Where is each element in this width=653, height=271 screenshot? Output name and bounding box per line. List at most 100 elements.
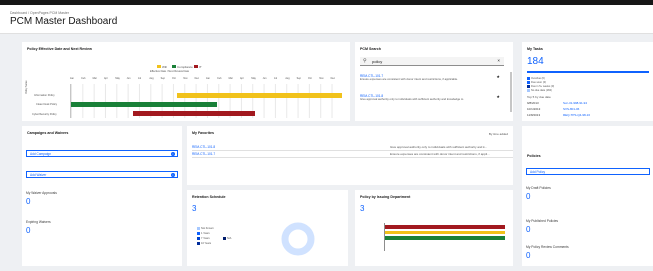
favorite-row[interactable]: REM-CTL-101.8 Give approval authority on…	[192, 145, 513, 151]
breadcrumb[interactable]: Dashboard / OpenPages PCM Master	[10, 11, 69, 15]
search-icon: ⚲	[363, 58, 367, 64]
month-tick-label: Oct	[172, 77, 176, 80]
month-tick-label: Feb	[217, 77, 222, 80]
task-row[interactable]: 10/1/2013 SVS-801-06	[527, 107, 642, 112]
draft-policies-label: My Draft Policies	[526, 186, 551, 190]
search-query: policy	[372, 59, 383, 64]
waiver-approvals-label: My Waiver Approvals	[26, 191, 57, 195]
dept-count[interactable]: 3	[360, 204, 364, 213]
policies-card: Policies Add Policy My Draft Policies 0 …	[522, 126, 653, 266]
campaigns-card: Campaigns and Waivers Add Campaign i Add…	[22, 126, 182, 266]
button-label: Add Campaign	[30, 151, 52, 156]
draft-policies-count[interactable]: 0	[526, 192, 530, 201]
bar-information-policy[interactable]	[177, 93, 342, 98]
month-tick-label: Mar	[92, 77, 97, 80]
result-description: Ensure expenses are consistent with dono…	[360, 77, 458, 81]
month-tick-label: Apr	[240, 77, 244, 80]
published-policies-label: My Published Policies	[526, 219, 559, 223]
card-title: Policies	[527, 154, 541, 158]
task-link[interactable]: SVS-801-06	[563, 107, 579, 111]
bar-hr[interactable]	[385, 225, 505, 229]
task-row[interactable]: 11/8/2013 REQ-TPS-Q4-98-16	[527, 113, 642, 118]
legend-swatch	[194, 65, 198, 68]
add-policy-button[interactable]: Add Policy	[526, 168, 650, 175]
row-label: Information Policy	[34, 94, 55, 97]
month-tick-label: Jul	[138, 77, 142, 80]
favorite-description: Give approval authority only to individu…	[390, 145, 488, 149]
retention-donut-chart[interactable]	[280, 221, 316, 257]
card-title: Policy Effective Date and Next Review	[27, 47, 92, 51]
card-title: Retention Schedule	[192, 195, 226, 199]
month-tick-label: Jul	[274, 77, 278, 80]
retention-count[interactable]: 3	[192, 204, 196, 213]
scrollbar[interactable]	[510, 72, 512, 112]
star-icon[interactable]: ★	[496, 74, 500, 79]
result-description: Give approval authority only to individu…	[360, 97, 464, 101]
month-tick-label: Mar	[228, 77, 233, 80]
month-tick-label: Nov	[183, 77, 188, 80]
legend-label: Not Known	[201, 226, 214, 230]
task-link[interactable]: Svc-31-998-91-94	[563, 101, 587, 105]
month-tick-label: Jun	[126, 77, 131, 80]
legend-label: No due date (184)	[531, 88, 552, 92]
legend-label: Overdue (0)	[531, 76, 545, 80]
task-date: 9/8/2013	[527, 101, 539, 105]
legend-label: 1 Years	[201, 231, 210, 235]
pcm-search-card: PCM Search ⚲ policy × REM-CTL-101.7 Ensu…	[355, 42, 513, 121]
y-axis-title: Policy Name	[25, 80, 28, 94]
favorite-description: Ensure expenses are consistent with dono…	[390, 152, 490, 156]
legend-swatch	[527, 77, 530, 80]
add-waiver-button[interactable]: Add Waiver i	[26, 171, 178, 178]
favorite-link[interactable]: REM-CTL-101.7	[192, 152, 215, 156]
legend-label: IT	[199, 64, 202, 69]
bar-finance[interactable]	[385, 236, 505, 240]
effective-date-card: Policy Effective Date and Next Review Wi…	[22, 42, 350, 121]
month-tick-label: Apr	[104, 77, 108, 80]
info-icon[interactable]: i	[171, 173, 175, 177]
search-result[interactable]: REM-CTL-101.8 Give approval authority on…	[360, 94, 500, 101]
month-tick-label: May	[115, 77, 120, 80]
waiver-approvals-count[interactable]: 0	[26, 197, 30, 206]
bar-compliance[interactable]	[385, 230, 505, 234]
star-icon[interactable]: ★	[496, 94, 500, 99]
task-link[interactable]: REQ-TPS-Q4-98-16	[563, 113, 590, 117]
month-tick-label: Jan	[70, 77, 74, 80]
legend-label: Due soon (0)	[531, 80, 546, 84]
subtitle: Top 5 by due date	[527, 95, 551, 99]
favorites-card: My Favorites By time added REM-CTL-101.8…	[187, 126, 513, 185]
card-title: Policy by Issuing Department	[360, 195, 411, 199]
bar-cyber-security-policy[interactable]	[133, 111, 255, 116]
month-axis: Jan Feb Mar Apr May Jun Jul Aug Sep Oct Nov Dec Jan F…	[70, 77, 342, 82]
search-input[interactable]: ⚲ policy ×	[360, 57, 504, 66]
month-tick-label: Sep	[296, 77, 301, 80]
favorite-row[interactable]: REM-CTL-101.7 Ensure expenses are consis…	[192, 152, 513, 158]
bar-clean-desk-policy[interactable]	[71, 102, 217, 107]
legend-label: Due in 5+ weeks (0)	[531, 84, 555, 88]
month-tick-label: May	[251, 77, 256, 80]
card-title: PCM Search	[360, 47, 381, 51]
expiring-waivers-count[interactable]: 0	[26, 226, 30, 235]
month-tick-label: Nov	[319, 77, 324, 80]
review-comments-count[interactable]: 0	[526, 251, 530, 260]
published-policies-count[interactable]: 0	[526, 225, 530, 234]
favorite-link[interactable]: REM-CTL-101.8	[192, 145, 215, 149]
legend-swatch	[197, 242, 200, 245]
task-row[interactable]: 9/8/2013 Svc-31-998-91-94	[527, 101, 642, 106]
month-tick-label: Dec	[194, 77, 199, 80]
my-tasks-card: My Tasks 184 Overdue (0) Due soon (0) Du…	[522, 42, 653, 121]
month-tick-label: Oct	[308, 77, 312, 80]
legend-swatch	[157, 65, 161, 68]
review-comments-label: My Policy Review Comments	[526, 245, 569, 249]
card-title: My Favorites	[192, 131, 214, 135]
add-campaign-button[interactable]: Add Campaign i	[26, 150, 178, 157]
task-count[interactable]: 184	[527, 56, 544, 67]
info-icon[interactable]: i	[171, 152, 175, 156]
search-result[interactable]: REM-CTL-101.7 Ensure expenses are consis…	[360, 74, 500, 81]
month-tick-label: Dec	[330, 77, 335, 80]
close-icon[interactable]: ×	[497, 58, 500, 63]
donut-slice-not-known[interactable]	[281, 222, 315, 256]
expiring-waivers-label: Expiring Waivers	[26, 220, 51, 224]
card-title: Campaigns and Waivers	[27, 131, 69, 135]
row-label: Cyber/Security Policy	[32, 113, 57, 116]
sort-dropdown[interactable]: By time added	[489, 132, 508, 136]
